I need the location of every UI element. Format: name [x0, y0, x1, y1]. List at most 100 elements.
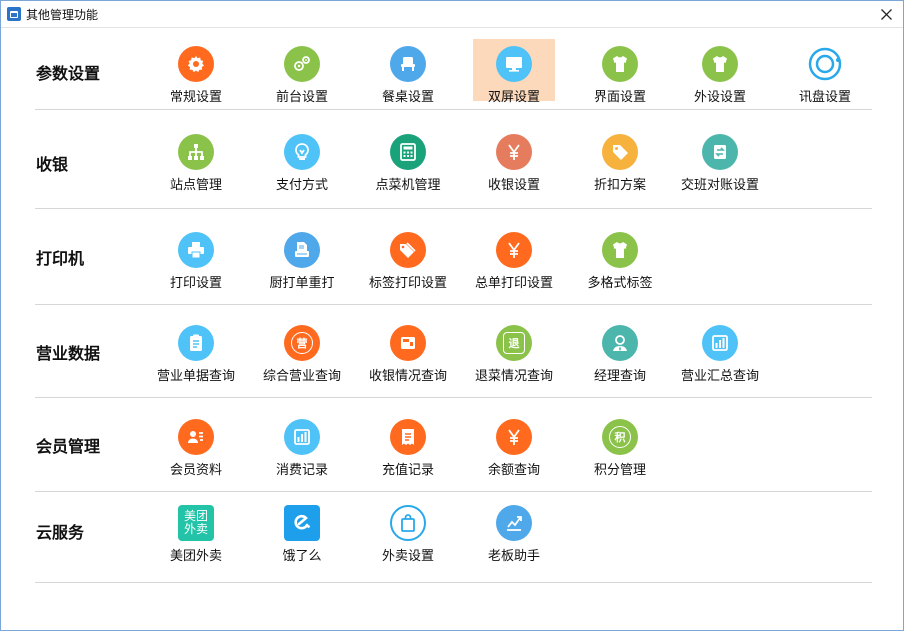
function-item-1-7[interactable]: 讯盘设置	[770, 46, 880, 105]
section-2: 收银站点管理 支付方式 点菜机管理 收银设置 折扣方案 交班对账设置	[35, 110, 872, 209]
section-5: 会员管理会员资料 消费记录 充值记录 余额查询 积积分管理	[35, 398, 872, 492]
function-item-1-2[interactable]: 前台设置	[247, 46, 357, 105]
function-label: 消费记录	[275, 463, 328, 478]
function-label: 前台设置	[275, 90, 328, 105]
function-item-3-2[interactable]: 厨打单重打	[247, 232, 357, 291]
section-3: 打印机 打印设置 厨打单重打 标签打印设置 总单打印设置 多格式标签	[35, 209, 872, 305]
section-title: 云服务	[36, 523, 85, 542]
function-item-4-6[interactable]: 营业汇总查询	[665, 325, 775, 384]
function-label: 支付方式	[275, 178, 328, 193]
chair-icon	[390, 46, 426, 82]
monitor-icon	[496, 46, 532, 82]
function-item-5-4[interactable]: 余额查询	[459, 419, 569, 478]
function-item-1-5[interactable]: 界面设置	[565, 46, 675, 105]
function-item-2-3[interactable]: 点菜机管理	[353, 134, 463, 193]
tags-icon	[390, 232, 426, 268]
gears-icon	[284, 46, 320, 82]
eleme-logo-icon	[284, 505, 320, 541]
icon-glyph: 积	[609, 426, 631, 448]
function-label: 美团外卖	[169, 549, 222, 564]
function-label: 餐桌设置	[381, 90, 434, 105]
function-item-5-2[interactable]: 消费记录	[247, 419, 357, 478]
function-item-1-4[interactable]: 双屏设置	[459, 39, 569, 105]
shirt-icon	[602, 46, 638, 82]
function-label: 会员资料	[169, 463, 222, 478]
bar-chart-icon	[284, 419, 320, 455]
function-item-4-1[interactable]: 营业单据查询	[141, 325, 251, 384]
ji-icon: 积	[602, 419, 638, 455]
function-item-4-5[interactable]: 经理查询	[565, 325, 675, 384]
dialog-window: 其他管理功能 参数设置 常规设置 前台设置 餐桌设置 双屏设置 界面设置 外设设置 讯盘设置收…	[0, 0, 904, 631]
function-label: 综合营业查询	[262, 369, 341, 384]
section-title: 参数设置	[36, 64, 101, 83]
window-title: 其他管理功能	[26, 7, 99, 22]
icon-glyph: 营	[291, 332, 313, 354]
function-item-4-3[interactable]: 收银情况查询	[353, 325, 463, 384]
function-label: 厨打单重打	[269, 276, 335, 291]
section-1: 参数设置 常规设置 前台设置 餐桌设置 双屏设置 界面设置 外设设置 讯盘设置	[35, 39, 872, 110]
function-label: 退菜情况查询	[474, 369, 553, 384]
function-item-2-2[interactable]: 支付方式	[247, 134, 357, 193]
function-label: 交班对账设置	[680, 178, 759, 193]
function-label: 营业单据查询	[156, 369, 235, 384]
function-label: 饿了么	[282, 549, 322, 564]
function-item-1-3[interactable]: 餐桌设置	[353, 46, 463, 105]
function-label: 点菜机管理	[375, 178, 441, 193]
function-item-2-1[interactable]: 站点管理	[141, 134, 251, 193]
yen-icon	[496, 232, 532, 268]
function-item-2-4[interactable]: 收银设置	[459, 134, 569, 193]
function-item-5-5[interactable]: 积积分管理	[565, 419, 675, 478]
function-item-2-5[interactable]: 折扣方案	[565, 134, 675, 193]
section-title: 营业数据	[36, 344, 101, 363]
function-label: 打印设置	[169, 276, 222, 291]
function-item-4-4[interactable]: 退退菜情况查询	[459, 325, 569, 384]
shirt-icon	[602, 232, 638, 268]
manager-icon	[602, 325, 638, 361]
function-label: 界面设置	[593, 90, 646, 105]
function-item-1-6[interactable]: 外设设置	[665, 46, 775, 105]
close-icon	[880, 9, 892, 20]
function-label: 站点管理	[169, 178, 222, 193]
function-item-4-2[interactable]: 营综合营业查询	[247, 325, 357, 384]
section-title: 会员管理	[36, 437, 101, 456]
function-item-5-3[interactable]: 充值记录	[353, 419, 463, 478]
yen-icon	[496, 134, 532, 170]
bar-chart-icon	[702, 325, 738, 361]
function-item-6-3[interactable]: 外卖设置	[353, 505, 463, 564]
close-button[interactable]	[869, 1, 903, 28]
icon-glyph: 退	[503, 332, 525, 354]
register-icon	[390, 325, 426, 361]
function-item-3-1[interactable]: 打印设置	[141, 232, 251, 291]
function-item-5-1[interactable]: 会员资料	[141, 419, 251, 478]
function-label: 营业汇总查询	[680, 369, 759, 384]
function-item-6-1[interactable]: 美团外卖 美团外卖	[141, 505, 251, 564]
section-4: 营业数据 营业单据查询营综合营业查询 收银情况查询退退菜情况查询 经理查询 营业汇总查询	[35, 305, 872, 398]
function-label: 常规设置	[169, 90, 222, 105]
function-item-3-3[interactable]: 标签打印设置	[353, 232, 463, 291]
printer-icon	[178, 232, 214, 268]
ring-icon	[807, 46, 843, 82]
function-item-1-1[interactable]: 常规设置	[141, 46, 251, 105]
function-item-3-5[interactable]: 多格式标签	[565, 232, 675, 291]
lightbulb-icon	[284, 134, 320, 170]
trend-chart-icon	[496, 505, 532, 541]
section-6: 云服务 美团外卖 美团外卖饿了么 外卖设置 老板助手	[35, 492, 872, 583]
tag-icon	[602, 134, 638, 170]
shirt-icon	[702, 46, 738, 82]
function-item-2-6[interactable]: 交班对账设置	[665, 134, 775, 193]
sitemap-icon	[178, 134, 214, 170]
title-bar: 其他管理功能	[1, 1, 903, 28]
function-label: 外卖设置	[381, 549, 434, 564]
function-label: 老板助手	[487, 549, 540, 564]
section-title: 收银	[36, 155, 69, 174]
function-item-6-4[interactable]: 老板助手	[459, 505, 569, 564]
calculator-icon	[390, 134, 426, 170]
yen-icon	[496, 419, 532, 455]
member-card-icon	[178, 419, 214, 455]
function-item-6-2[interactable]: 饿了么	[247, 505, 357, 564]
function-item-3-4[interactable]: 总单打印设置	[459, 232, 569, 291]
function-label: 标签打印设置	[368, 276, 447, 291]
ying-icon: 营	[284, 325, 320, 361]
function-label: 收银情况查询	[368, 369, 447, 384]
gear-icon	[178, 46, 214, 82]
